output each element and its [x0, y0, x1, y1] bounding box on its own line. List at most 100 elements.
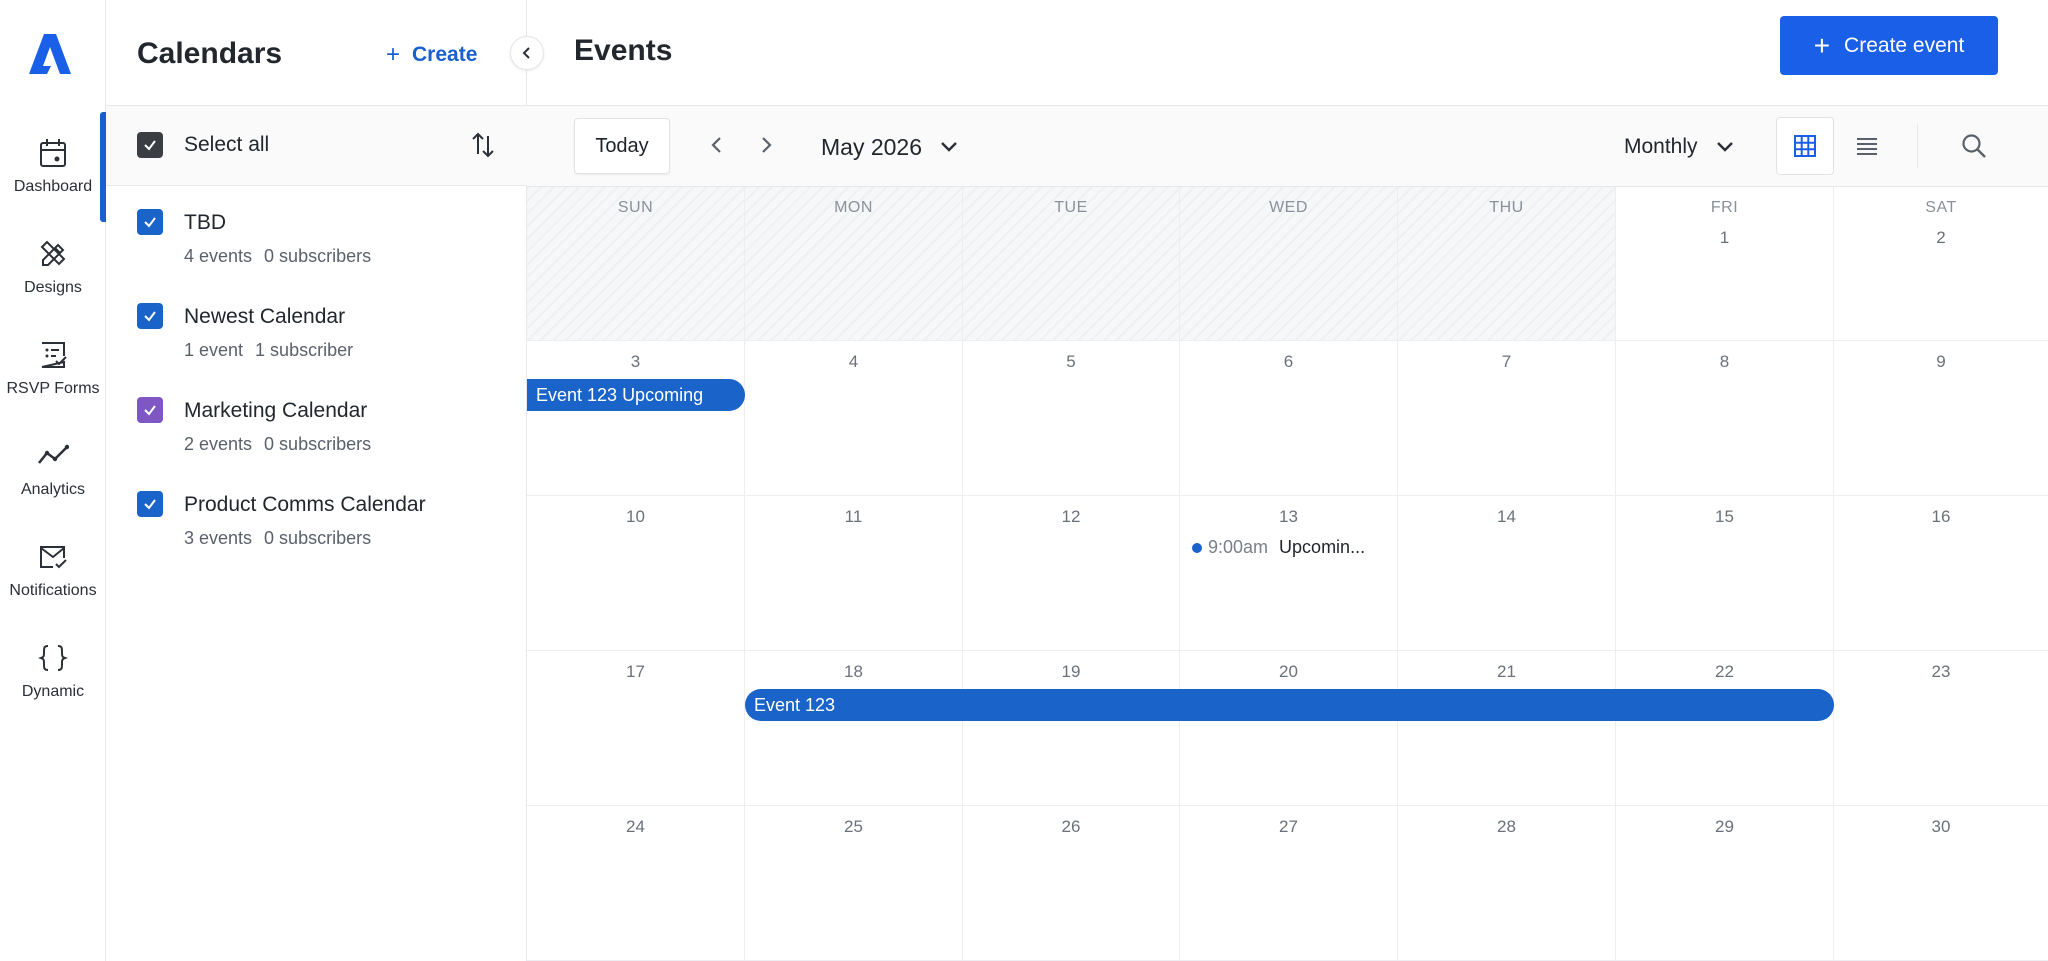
calendar-icon	[40, 139, 66, 167]
day-number: 30	[1931, 817, 1951, 836]
rail-item-label: Designs	[24, 279, 82, 296]
nav-rail: Dashboard Designs RSVP Forms Analytics N…	[0, 0, 106, 961]
day-cell[interactable]: 25	[745, 806, 963, 960]
day-cell[interactable]: 21	[1398, 651, 1616, 805]
day-cell[interactable]: 3	[527, 341, 745, 495]
day-cell[interactable]: 18	[745, 651, 963, 805]
week-row: 10 11 12 13 14 15 16	[527, 496, 2048, 651]
calendar-toolbar: Today May 2026 Monthly	[527, 105, 2048, 187]
day-cell[interactable]: 12	[963, 496, 1180, 650]
day-cell[interactable]: 7	[1398, 341, 1616, 495]
day-number: 25	[844, 817, 863, 836]
day-cell[interactable]: SUN	[527, 187, 745, 340]
day-cell[interactable]: WED	[1180, 187, 1398, 340]
day-cell[interactable]: 17	[527, 651, 745, 805]
day-cell[interactable]: 22	[1616, 651, 1834, 805]
view-selector[interactable]: Monthly	[1624, 130, 1734, 164]
day-cell[interactable]: 8	[1616, 341, 1834, 495]
weekday-header: SUN	[617, 199, 654, 216]
check-icon	[144, 140, 156, 151]
day-cell[interactable]: 9	[1834, 341, 2048, 495]
day-cell[interactable]: 20	[1180, 651, 1398, 805]
app-logo-icon[interactable]	[27, 32, 73, 76]
select-all-checkbox[interactable]	[137, 132, 163, 158]
calendar-name[interactable]: TBD	[184, 211, 226, 235]
timed-event[interactable]: 9:00am Upcomin...	[1192, 537, 1365, 558]
event-title: Upcomin...	[1279, 537, 1366, 557]
rail-item-analytics[interactable]: Analytics	[0, 441, 106, 531]
calendar-checkbox[interactable]	[137, 397, 163, 423]
list-view-button[interactable]	[1838, 117, 1896, 175]
plus-icon: +	[386, 41, 401, 68]
calendar-checkbox[interactable]	[137, 303, 163, 329]
next-month-button[interactable]	[751, 130, 781, 160]
day-cell[interactable]: SAT 2	[1834, 187, 2048, 340]
day-cell[interactable]: 24	[527, 806, 745, 960]
day-cell[interactable]: 13	[1180, 496, 1398, 650]
day-number: 22	[1715, 662, 1734, 681]
rail-item-designs[interactable]: Designs	[0, 239, 106, 329]
day-cell[interactable]: FRI 1	[1616, 187, 1834, 340]
today-button[interactable]: Today	[574, 118, 670, 174]
calendar-event-count: 2 events	[184, 434, 253, 454]
day-number: 29	[1715, 817, 1734, 836]
week-row: 24 25 26 27 28 29 30	[527, 806, 2048, 961]
day-number: 19	[1061, 662, 1081, 681]
calendar-checkbox[interactable]	[137, 491, 163, 517]
day-cell[interactable]: MON	[745, 187, 963, 340]
collapse-panel-button[interactable]	[510, 36, 544, 70]
calendar-event-count: 1 event	[184, 340, 244, 360]
app-root: Dashboard Designs RSVP Forms Analytics N…	[0, 0, 2048, 961]
calendar-meta: 1 event 1 subscriber	[184, 340, 353, 361]
rail-item-dashboard[interactable]: Dashboard	[0, 138, 106, 228]
search-icon	[1962, 134, 1986, 158]
day-cell[interactable]: 16	[1834, 496, 2048, 650]
day-cell[interactable]: 11	[745, 496, 963, 650]
design-tools-icon	[40, 240, 66, 266]
create-event-button[interactable]: + Create event	[1780, 16, 1998, 75]
day-cell[interactable]: 29	[1616, 806, 1834, 960]
day-number: 2	[1936, 228, 1946, 247]
day-cell[interactable]: 19	[963, 651, 1180, 805]
search-button[interactable]	[1954, 126, 1994, 166]
day-cell[interactable]: 30	[1834, 806, 2048, 960]
calendar-name[interactable]: Marketing Calendar	[184, 399, 367, 423]
sort-icon[interactable]	[468, 130, 498, 160]
day-cell[interactable]: 15	[1616, 496, 1834, 650]
day-number: 3	[630, 352, 641, 371]
day-cell[interactable]: 10	[527, 496, 745, 650]
weekday-header: TUE	[1054, 199, 1088, 216]
event-bar[interactable]: Event 123	[745, 689, 1834, 721]
chevron-right-icon	[762, 137, 772, 153]
day-cell[interactable]: 5	[963, 341, 1180, 495]
plus-icon: +	[1813, 29, 1831, 61]
day-cell[interactable]: 23	[1834, 651, 2048, 805]
prev-month-button[interactable]	[702, 130, 732, 160]
day-cell[interactable]: 14	[1398, 496, 1616, 650]
day-number: 10	[626, 507, 645, 526]
day-cell[interactable]: 26	[963, 806, 1180, 960]
day-number: 12	[1061, 507, 1081, 526]
weekday-header: WED	[1269, 199, 1308, 216]
event-bar[interactable]: Event 123 Upcoming	[527, 379, 745, 411]
month-selector[interactable]: May 2026	[821, 130, 958, 164]
weekday-header: SAT	[1925, 199, 1957, 216]
rail-item-rsvp-forms[interactable]: RSVP Forms	[0, 340, 106, 430]
calendar-name[interactable]: Newest Calendar	[184, 305, 345, 329]
day-cell[interactable]: THU	[1398, 187, 1616, 340]
day-number: 24	[626, 817, 645, 836]
rail-item-notifications[interactable]: Notifications	[0, 542, 106, 632]
rail-item-dynamic[interactable]: Dynamic	[0, 643, 106, 733]
day-cell[interactable]: 28	[1398, 806, 1616, 960]
day-cell[interactable]: 4	[745, 341, 963, 495]
analytics-icon	[38, 444, 69, 464]
calendar-name[interactable]: Product Comms Calendar	[184, 493, 426, 517]
grid-view-button[interactable]	[1776, 117, 1834, 175]
day-cell[interactable]: 6	[1180, 341, 1398, 495]
calendar-subscriber-count: 0 subscribers	[264, 528, 372, 548]
calendar-checkbox[interactable]	[137, 209, 163, 235]
select-all-label: Select all	[184, 133, 270, 156]
day-cell[interactable]: TUE	[963, 187, 1180, 340]
create-calendar-button[interactable]: + Create	[386, 40, 477, 70]
day-cell[interactable]: 27	[1180, 806, 1398, 960]
